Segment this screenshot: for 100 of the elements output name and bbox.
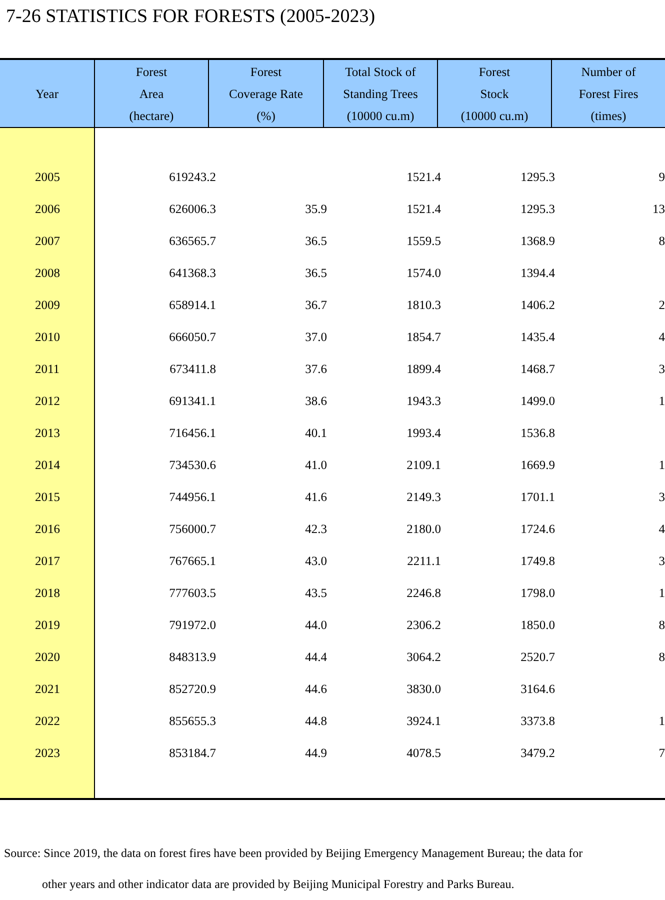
table-cell-text: 1295.3 [520,170,555,184]
table-cell-text: 658914.1 [168,298,216,312]
table-cell-text: 2019 [34,618,61,632]
table-cell-text: 852720.9 [168,682,216,696]
table-title: 7-26 STATISTICS FOR FORESTS (2005-2023) [5,5,376,29]
table-cell-text: 3164.6 [520,682,555,696]
table-cell-text: 2016 [34,522,61,536]
table-cell-text: 853184.7 [168,746,216,760]
table-cell-text: 43.0 [304,554,327,568]
table-cell-text: 44.8 [304,714,327,728]
table-cell-text: 2020 [34,650,61,664]
table-cell-text: 2021 [34,682,61,696]
column-header: Total Stock of Standing Trees (10000 cu.m) [343,64,418,124]
table-cell-text: 756000.7 [168,522,216,536]
table-cell-text: 1701.1 [520,490,555,504]
column-header: Forest Area (hectare) [129,64,174,124]
column-header: Number of Forest Fires (times) [578,64,638,124]
table-cell-text: 36.5 [304,234,327,248]
table-cell-text: 2180.0 [406,522,441,536]
table-cell-text: 1 [658,586,665,600]
table-cell-text: 1 [658,394,665,408]
table-cell-text: 4 [658,330,665,344]
table-cell-text: 44.6 [304,682,327,696]
table-cell-text: 1798.0 [520,586,555,600]
table-cell-text: 1854.7 [406,330,441,344]
table-cell-text: 2008 [34,266,61,280]
table-cell-text: 1521.4 [406,170,441,184]
table-cell-text: 2005 [34,170,61,184]
table-cell-text: 2306.2 [406,618,441,632]
table-cell-text: 1943.3 [406,394,441,408]
table-cell-text: 3373.8 [520,714,555,728]
table-cell-text: 626006.3 [168,202,216,216]
table-cell-text: 716456.1 [168,426,216,440]
table-cell-text: 1295.3 [520,202,555,216]
table-cell-text: 40.1 [304,426,327,440]
table-cell-text: 2149.3 [406,490,441,504]
table-cell-text: 2022 [34,714,61,728]
table-cell-text: 1 [658,458,665,472]
table-cell-text: 42.3 [304,522,327,536]
table-cell-text: 1993.4 [406,426,441,440]
table-cell-text: 2014 [34,458,61,472]
table-cell-text: 1499.0 [520,394,555,408]
table-cell-text: 44.9 [304,746,327,760]
table-cell-text: 1 [658,714,665,728]
table-cell-text: 691341.1 [168,394,216,408]
table-cell-text: 41.6 [304,490,327,504]
table-cell-text: 4078.5 [406,746,441,760]
table-cell-text: 37.0 [304,330,327,344]
table-cell-text: 8 [658,618,665,632]
table-cell-text: 36.5 [304,266,327,280]
table-cell-text: 8 [658,650,665,664]
source-note: Source: Since 2019, the data on forest fires have been provided by Beijing Emergency Management Bureau; the data for other years and other indicator data are provided by Beijing Municipal Forestry and Parks Bureau. [3,845,584,893]
table-cell-text: 1435.4 [520,330,555,344]
table-cell-text: 636565.7 [168,234,216,248]
table-cell-text: 2023 [34,746,61,760]
table-cell-text: 673411.8 [168,362,216,376]
table-cell-text: 1521.4 [406,202,441,216]
table-cell-text: 666050.7 [168,330,216,344]
table-cell-text: 3 [658,554,665,568]
table-cell-text: 2 [658,298,665,312]
table-cell-text: 2246.8 [406,586,441,600]
table-cell-text: 2018 [34,586,61,600]
table-cell-text: 848313.9 [168,650,216,664]
table-cell-text: 1810.3 [406,298,441,312]
table-cell-text: 744956.1 [168,490,216,504]
table-cell-text: 9 [658,170,665,184]
table-cell-text: 3479.2 [520,746,555,760]
table-cell-text: 3830.0 [406,682,441,696]
table-cell-text: 1669.9 [520,458,555,472]
column-header: Forest Stock (10000 cu.m) [460,64,528,124]
table-cell-text: 2017 [34,554,61,568]
table-cell-text: 767665.1 [168,554,216,568]
table-cell-text: 3064.2 [406,650,441,664]
table-cell-text: 44.0 [304,618,327,632]
table-cell-text: 2520.7 [520,650,555,664]
table-cell-text: 36.7 [304,298,327,312]
table-cell-text: 8 [658,234,665,248]
table-cell-text: 619243.2 [168,170,216,184]
column-header: Forest Coverage Rate (%) [229,64,303,124]
table-cell-text: 2015 [34,490,61,504]
table-cell-text: 2211.1 [406,554,441,568]
table-cell-text: 2010 [34,330,61,344]
table-cell-text: 855655.3 [168,714,216,728]
table-cell-text: 1899.4 [406,362,441,376]
table-cell-text: 1724.6 [520,522,555,536]
table-cell-text: 38.6 [304,394,327,408]
table-cell-text: 1749.8 [520,554,555,568]
table-cell-text: 1559.5 [406,234,441,248]
table-cell-text: 3924.1 [406,714,441,728]
table-cell-text: 2109.1 [406,458,441,472]
table-cell-text: 2006 [34,202,61,216]
table-cell-text: 1850.0 [520,618,555,632]
table-cell-text: 35.9 [304,202,327,216]
table-cell-text: 1574.0 [406,266,441,280]
table-cell-text: 1394.4 [520,266,555,280]
table-cell-text: 41.0 [304,458,327,472]
table-cell-text: 2009 [34,298,61,312]
table-cell-text: 1406.2 [520,298,555,312]
table-cell-text: 734530.6 [168,458,216,472]
table-cell-text: 2013 [34,426,61,440]
